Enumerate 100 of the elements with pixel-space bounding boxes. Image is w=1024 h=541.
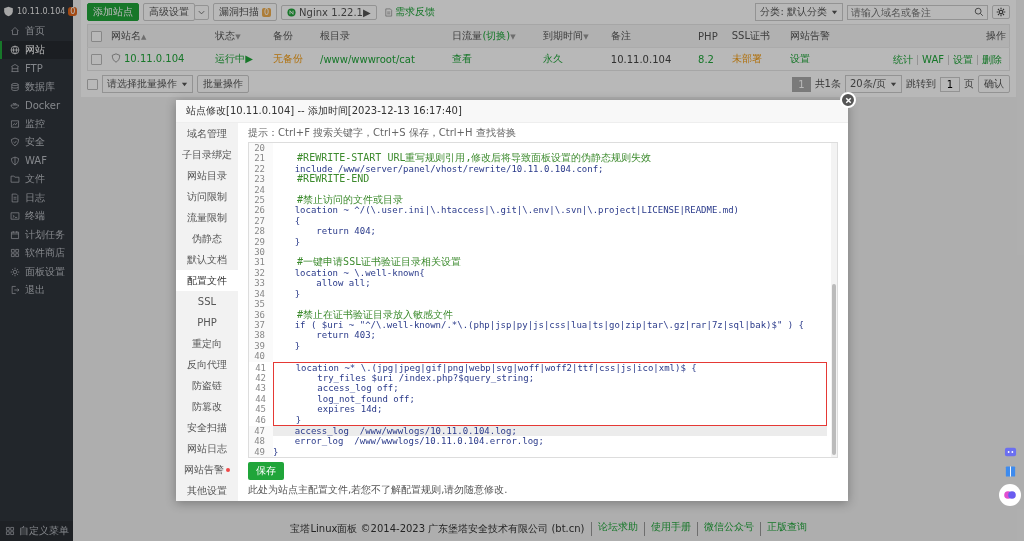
sidebar-item[interactable]: 终端 xyxy=(0,207,73,226)
code-line: #REWRITE-START URL重写规则引用,修改后将导致面板设置的伪静态规则失效 xyxy=(296,153,652,164)
cell-link[interactable]: /www/wwwroot/cat xyxy=(320,53,415,65)
settings-tab[interactable]: 配置文件 xyxy=(176,270,238,292)
sidebar-item[interactable]: 首页 xyxy=(0,22,73,41)
code-line: return 404; xyxy=(315,226,376,237)
settings-tab[interactable]: 默认文档 xyxy=(176,249,238,271)
sidebar-item[interactable]: 监控 xyxy=(0,114,73,133)
settings-tab[interactable]: 重定向 xyxy=(176,333,238,355)
settings-tab[interactable]: 其他设置 xyxy=(176,480,238,502)
code-line: log_not_found off; xyxy=(316,393,415,405)
settings-tab[interactable]: 流量限制 xyxy=(176,207,238,229)
cell-link[interactable]: 10.11.0.104 xyxy=(124,52,185,64)
code-line: if ( $uri ~ "^/\.well-known/.*\.(php|jsp|py|js|css|lua|ts|go|zip|tar\.gz|rar|7z|sql|bak)$" ) { xyxy=(293,319,805,331)
server-icon xyxy=(10,63,20,74)
save-button[interactable]: 保存 xyxy=(248,462,284,481)
grid-icon xyxy=(4,526,15,536)
footer-link[interactable]: 微信公众号 xyxy=(696,522,754,536)
settings-tab[interactable]: PHP xyxy=(176,312,238,334)
line-number: 49 xyxy=(249,446,273,458)
select-all-checkbox[interactable] xyxy=(91,30,102,42)
sidebar-item[interactable]: 计划任务 xyxy=(0,225,73,244)
action-link[interactable]: 统计 xyxy=(889,54,918,65)
footer-link[interactable]: 使用手册 xyxy=(643,522,691,536)
gear-icon xyxy=(10,266,20,277)
settings-tab[interactable]: SSL xyxy=(176,291,238,313)
sidebar-item[interactable]: WAF xyxy=(0,151,73,170)
settings-tab[interactable]: 反向代理 xyxy=(176,354,238,376)
cell-link[interactable]: 设置 xyxy=(789,52,810,66)
action-link[interactable]: 设置 xyxy=(948,54,977,65)
code-line: #一键申请SSL证书验证目录相关设置 xyxy=(296,257,462,268)
sidebar-item[interactable]: 软件商店 xyxy=(0,244,73,263)
settings-tab[interactable]: 防盗链 xyxy=(176,375,238,397)
settings-button[interactable] xyxy=(992,5,1010,19)
sidebar-item[interactable]: 文件 xyxy=(0,170,73,189)
shield-icon xyxy=(10,155,20,166)
toolbar-button[interactable]: 漏洞扫描 0 xyxy=(213,3,278,21)
close-icon xyxy=(843,95,853,105)
column-header: 网站告警 xyxy=(786,24,848,48)
settings-tab[interactable]: 防篡改 xyxy=(176,396,238,418)
footer-link[interactable]: 正版查询 xyxy=(759,522,807,536)
sidebar-item[interactable]: FTP xyxy=(0,59,73,78)
cell-link[interactable]: 运行中▶ xyxy=(215,52,254,66)
cell-link[interactable]: 8.2 xyxy=(698,53,714,65)
code-line: location ~ ^/(\.user.ini|\.htaccess|\.git|\.env|\.svn|\.project|LICENSE|README.md) xyxy=(293,205,739,216)
page-unit: 页 xyxy=(964,77,974,91)
settings-tab[interactable]: 访问限制 xyxy=(176,186,238,208)
toolbar-button[interactable]: Nginx 1.22.1▶ xyxy=(281,4,377,20)
search-field[interactable]: 请输入域名或备注 xyxy=(847,4,988,20)
action-link[interactable]: 删除 xyxy=(977,54,1006,65)
footer-link[interactable]: 论坛求助 xyxy=(590,522,638,536)
toolbar-button[interactable]: 添加站点 xyxy=(87,3,139,21)
sidebar-item[interactable]: 安全 xyxy=(0,133,73,152)
settings-tab[interactable]: 域名管理 xyxy=(176,123,238,144)
confirm-button[interactable]: 确认 xyxy=(978,75,1010,93)
book-icon[interactable] xyxy=(1003,465,1017,478)
category-select[interactable]: 分类: 默认分类 xyxy=(755,3,843,21)
batch-checkbox[interactable] xyxy=(87,78,98,90)
gear-icon xyxy=(996,7,1006,17)
settings-tab[interactable]: 子目录绑定 xyxy=(176,144,238,166)
action-link[interactable]: WAF xyxy=(917,54,948,65)
code-line: } xyxy=(294,414,302,425)
code-editor[interactable] xyxy=(248,142,838,459)
custom-menu-button[interactable]: 自定义菜单 xyxy=(0,521,73,541)
code-line: access_log /www/wwwlogs/10.11.0.104.log; xyxy=(293,425,517,437)
cell-link[interactable]: 查看 xyxy=(452,52,473,66)
code-line: allow all; xyxy=(315,278,371,289)
jump-label: 跳转到 xyxy=(906,77,936,91)
line-number: 25 xyxy=(249,195,273,206)
column-header: PHP xyxy=(695,24,729,48)
globe-icon xyxy=(10,44,20,55)
batch-button[interactable]: 批量操作 xyxy=(197,75,249,93)
feedback-link[interactable]: 需求反馈 xyxy=(380,5,438,19)
settings-tab[interactable]: 安全扫描 xyxy=(176,417,238,439)
settings-tab[interactable]: 网站日志 xyxy=(176,438,238,460)
page-input[interactable]: 1 xyxy=(940,76,960,92)
settings-tab[interactable]: 网站告警 xyxy=(176,459,238,481)
sidebar-item[interactable]: 网站 xyxy=(0,40,73,59)
sidebar-item[interactable]: Docker xyxy=(0,96,73,115)
line-number: 27 xyxy=(249,215,273,227)
row-checkbox[interactable] xyxy=(91,53,102,65)
toolbar-button[interactable]: 高级设置 xyxy=(143,3,195,21)
sidebar-item[interactable]: 日志 xyxy=(0,188,73,207)
sidebar-item[interactable]: 退出 xyxy=(0,281,73,300)
cell-link[interactable]: 永久 xyxy=(543,52,564,66)
settings-tab[interactable]: 伪静态 xyxy=(176,228,238,250)
settings-tab[interactable]: 网站目录 xyxy=(176,165,238,187)
line-number: 26 xyxy=(249,205,273,216)
batch-select[interactable]: 请选择批量操作 xyxy=(102,75,193,93)
column-header: 备份 xyxy=(269,24,318,48)
chat-icon[interactable] xyxy=(1003,446,1017,459)
code-line: #禁止在证书验证目录放入敏感文件 xyxy=(296,309,454,320)
dropdown-button[interactable] xyxy=(194,4,209,20)
line-number: 48 xyxy=(249,436,273,447)
notification-badge[interactable]: 0 xyxy=(68,6,78,16)
sidebar-item[interactable]: 数据库 xyxy=(0,77,73,96)
line-number: 46 xyxy=(254,414,267,425)
page-size-select[interactable]: 20条/页 xyxy=(844,75,902,93)
database-icon xyxy=(10,81,20,92)
sidebar-item[interactable]: 面板设置 xyxy=(0,262,73,281)
